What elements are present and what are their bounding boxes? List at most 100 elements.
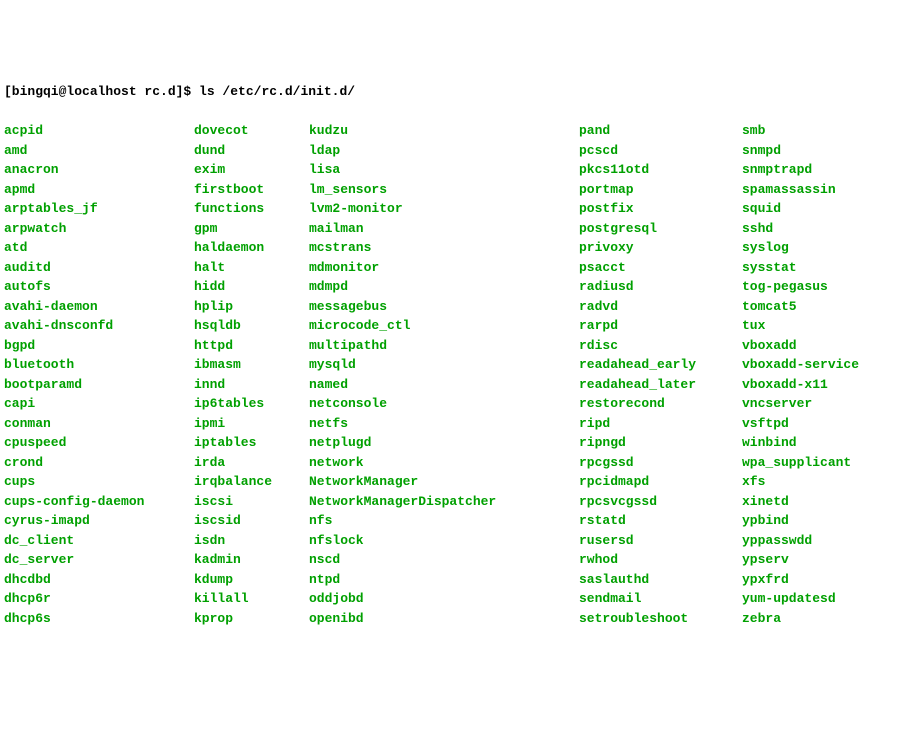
file-entry: NetworkManagerDispatcher [309,492,579,512]
file-entry: killall [194,589,309,609]
file-entry: yum-updatesd [742,589,859,609]
file-entry: bluetooth [4,355,194,375]
file-entry: xinetd [742,492,859,512]
file-entry: rpcsvcgssd [579,492,742,512]
file-entry: messagebus [309,297,579,317]
file-entry: postfix [579,199,742,219]
file-entry: gpm [194,219,309,239]
file-entry: crond [4,453,194,473]
file-entry: zebra [742,609,859,629]
file-entry: NetworkManager [309,472,579,492]
file-entry: openibd [309,609,579,629]
file-entry: vboxadd [742,336,859,356]
file-entry: arpwatch [4,219,194,239]
file-entry: tog-pegasus [742,277,859,297]
file-entry: lm_sensors [309,180,579,200]
file-entry: pand [579,121,742,141]
file-entry: acpid [4,121,194,141]
file-entry: dhcdbd [4,570,194,590]
file-entry: cups [4,472,194,492]
file-entry: amd [4,141,194,161]
file-entry: bootparamd [4,375,194,395]
file-entry: postgresql [579,219,742,239]
file-entry: rdisc [579,336,742,356]
column-2: dovecotdundeximfirstbootfunctionsgpmhald… [194,121,309,628]
column-1: acpidamdanacronapmdarptables_jfarpwatcha… [4,121,194,628]
file-entry: halt [194,258,309,278]
file-entry: restorecond [579,394,742,414]
file-entry: cyrus-imapd [4,511,194,531]
file-entry: ip6tables [194,394,309,414]
file-entry: kadmin [194,550,309,570]
ls-output: acpidamdanacronapmdarptables_jfarpwatcha… [4,121,910,628]
file-entry: network [309,453,579,473]
file-entry: snmptrapd [742,160,859,180]
file-entry: tomcat5 [742,297,859,317]
file-entry: httpd [194,336,309,356]
file-entry: ipmi [194,414,309,434]
file-entry: oddjobd [309,589,579,609]
file-entry: mdmonitor [309,258,579,278]
shell-prompt: [bingqi@localhost rc.d]$ ls /etc/rc.d/in… [4,82,910,102]
file-entry: snmpd [742,141,859,161]
file-entry: firstboot [194,180,309,200]
column-4: pandpcscdpkcs11otdportmappostfixpostgres… [579,121,742,628]
file-entry: yppasswdd [742,531,859,551]
file-entry: rarpd [579,316,742,336]
file-entry: psacct [579,258,742,278]
file-entry: hsqldb [194,316,309,336]
file-entry: rusersd [579,531,742,551]
file-entry: nfs [309,511,579,531]
file-entry: ntpd [309,570,579,590]
file-entry: isdn [194,531,309,551]
file-entry: rpcidmapd [579,472,742,492]
file-entry: dund [194,141,309,161]
file-entry: portmap [579,180,742,200]
file-entry: innd [194,375,309,395]
file-entry: ripngd [579,433,742,453]
file-entry: conman [4,414,194,434]
file-entry: vncserver [742,394,859,414]
file-entry: privoxy [579,238,742,258]
file-entry: hplip [194,297,309,317]
file-entry: bgpd [4,336,194,356]
file-entry: lvm2-monitor [309,199,579,219]
file-entry: cpuspeed [4,433,194,453]
file-entry: autofs [4,277,194,297]
file-entry: ypserv [742,550,859,570]
file-entry: vboxadd-service [742,355,859,375]
file-entry: ripd [579,414,742,434]
file-entry: netfs [309,414,579,434]
file-entry: syslog [742,238,859,258]
file-entry: kprop [194,609,309,629]
file-entry: nfslock [309,531,579,551]
file-entry: microcode_ctl [309,316,579,336]
file-entry: dhcp6s [4,609,194,629]
file-entry: lisa [309,160,579,180]
file-entry: ldap [309,141,579,161]
file-entry: nscd [309,550,579,570]
file-entry: arptables_jf [4,199,194,219]
file-entry: vsftpd [742,414,859,434]
file-entry: exim [194,160,309,180]
file-entry: atd [4,238,194,258]
file-entry: readahead_early [579,355,742,375]
file-entry: readahead_later [579,375,742,395]
file-entry: sshd [742,219,859,239]
file-entry: ypbind [742,511,859,531]
file-entry: mcstrans [309,238,579,258]
file-entry: smb [742,121,859,141]
file-entry: dhcp6r [4,589,194,609]
file-entry: pcscd [579,141,742,161]
file-entry: hidd [194,277,309,297]
file-entry: tux [742,316,859,336]
file-entry: dc_server [4,550,194,570]
file-entry: iscsi [194,492,309,512]
file-entry: dc_client [4,531,194,551]
column-3: kudzuldaplisalm_sensorslvm2-monitormailm… [309,121,579,628]
file-entry: ypxfrd [742,570,859,590]
file-entry: iptables [194,433,309,453]
file-entry: irda [194,453,309,473]
file-entry: mysqld [309,355,579,375]
column-5: smbsnmpdsnmptrapdspamassassinsquidsshdsy… [742,121,859,628]
